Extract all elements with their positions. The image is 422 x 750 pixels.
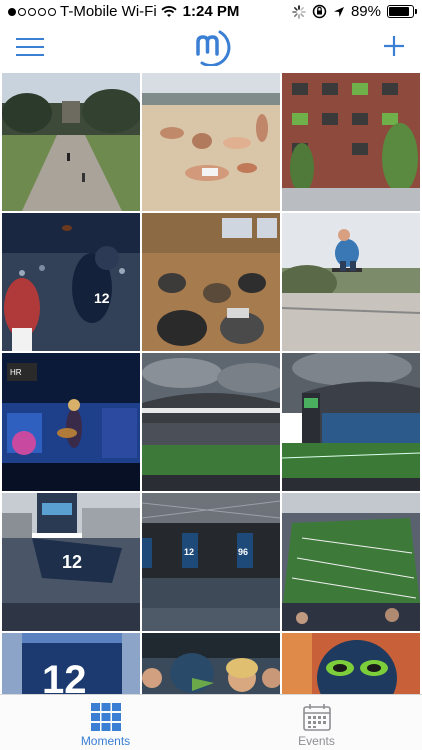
photo-tile-beach-group[interactable] bbox=[142, 73, 280, 211]
photo-tile-mascot-fans[interactable] bbox=[142, 633, 280, 694]
plus-icon[interactable] bbox=[382, 34, 406, 58]
rotation-lock-icon bbox=[312, 4, 327, 19]
signal-strength-icon bbox=[8, 7, 56, 16]
carrier-name: T-Mobile Wi-Fi bbox=[60, 3, 157, 20]
status-right: 89% bbox=[292, 3, 417, 20]
calendar-icon bbox=[302, 704, 331, 731]
photo-tile-skateboard-jump[interactable] bbox=[282, 213, 420, 351]
battery-percent: 89% bbox=[350, 3, 381, 20]
tab-events-label: Events bbox=[298, 734, 335, 748]
battery-level-fill bbox=[389, 7, 410, 16]
tab-moments[interactable]: Moments bbox=[0, 695, 211, 750]
photo-tile-fans-12-sign[interactable]: 12 bbox=[2, 633, 140, 694]
nav-bar bbox=[0, 24, 422, 70]
svg-text:HR: HR bbox=[10, 368, 22, 377]
battery-icon bbox=[387, 5, 417, 18]
photo-tile-stadium-roof-banners[interactable]: 12 96 bbox=[142, 493, 280, 631]
photo-tile-fan-mask[interactable] bbox=[282, 633, 420, 694]
app-logo-icon[interactable] bbox=[192, 28, 232, 66]
photo-grid: 12 HR 12 12 96 12 bbox=[0, 71, 422, 694]
status-bar: T-Mobile Wi-Fi 1:24 PM 89% bbox=[0, 0, 422, 24]
status-left: T-Mobile Wi-Fi bbox=[8, 3, 177, 20]
photo-tile-campus-quad[interactable] bbox=[2, 73, 140, 211]
svg-text:12: 12 bbox=[42, 658, 87, 694]
photo-tile-brick-building[interactable] bbox=[282, 73, 420, 211]
svg-text:12: 12 bbox=[184, 547, 194, 557]
tab-moments-label: Moments bbox=[80, 734, 131, 748]
svg-text:96: 96 bbox=[238, 547, 248, 557]
tab-events[interactable]: Events bbox=[211, 695, 422, 750]
svg-text:12: 12 bbox=[94, 290, 110, 306]
photo-tile-stadium-cloudy[interactable] bbox=[142, 353, 280, 491]
photo-tile-concert-stage[interactable]: HR bbox=[2, 353, 140, 491]
wifi-icon bbox=[161, 5, 177, 17]
photo-tile-lecture-hall[interactable] bbox=[142, 213, 280, 351]
tab-bar: Moments Events bbox=[0, 694, 422, 750]
svg-text:12: 12 bbox=[62, 552, 82, 572]
photo-tile-stadium-field[interactable] bbox=[282, 353, 420, 491]
location-arrow-icon bbox=[333, 6, 344, 17]
grid-icon bbox=[90, 703, 121, 731]
photo-tile-football-catch[interactable]: 12 bbox=[2, 213, 140, 351]
photo-tile-stadium-aerial[interactable] bbox=[282, 493, 420, 631]
photo-tile-stadium-12-flag[interactable]: 12 bbox=[2, 493, 140, 631]
hamburger-menu-icon[interactable] bbox=[16, 38, 44, 58]
activity-spinner-icon bbox=[292, 4, 306, 19]
